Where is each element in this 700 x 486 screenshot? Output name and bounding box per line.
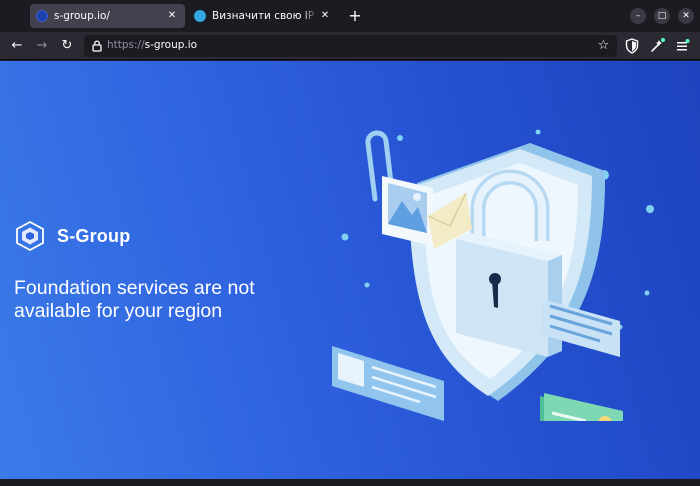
lock-icon[interactable] (90, 39, 104, 53)
green-card-icon (540, 393, 623, 421)
tab-ip-address[interactable]: Визначити свою IP адресу ✕ (188, 4, 338, 28)
tab-favicon-icon (194, 10, 206, 22)
back-button[interactable]: ← (7, 36, 27, 56)
s-group-logo-icon (16, 220, 44, 252)
tab-title: s-group.io/ (54, 10, 110, 22)
url-bar[interactable]: https://s-group.io ☆ (84, 35, 617, 57)
minimize-button[interactable]: – (630, 8, 646, 24)
shield-toolbar-icon[interactable] (622, 36, 642, 56)
menu-icon[interactable] (672, 36, 692, 56)
new-tab-button[interactable]: + (346, 7, 364, 25)
forward-button[interactable]: → (32, 36, 52, 56)
extensions-icon[interactable] (647, 36, 667, 56)
star-icon[interactable]: ☆ (596, 38, 611, 53)
tab-close-icon[interactable]: ✕ (165, 9, 179, 23)
brand-name: S-Group (57, 225, 131, 246)
reload-button[interactable]: ↻ (57, 36, 77, 56)
tab-s-group[interactable]: s-group.io/ ✕ (30, 4, 185, 28)
region-unavailable-message: Foundation services are not available fo… (14, 277, 255, 322)
window-bottom-edge (0, 479, 700, 486)
navigation-bar: ← → ↻ https://s-group.io ☆ (0, 32, 700, 60)
security-illustration (332, 129, 654, 421)
maximize-button[interactable]: □ (654, 8, 670, 24)
tab-close-icon[interactable]: ✕ (318, 9, 332, 23)
tab-favicon-icon (36, 10, 48, 22)
page-content: S-Group Foundation services are not avai… (0, 61, 700, 486)
brand: S-Group (14, 220, 130, 252)
url-text[interactable]: https://s-group.io (107, 39, 197, 51)
image-card-icon (382, 176, 433, 246)
tab-strip: s-group.io/ ✕ Визначити свою IP адресу ✕… (0, 0, 700, 32)
close-window-button[interactable]: ✕ (678, 8, 694, 24)
message-card-left (332, 346, 444, 421)
tab-title: Визначити свою IP адресу (212, 10, 318, 22)
